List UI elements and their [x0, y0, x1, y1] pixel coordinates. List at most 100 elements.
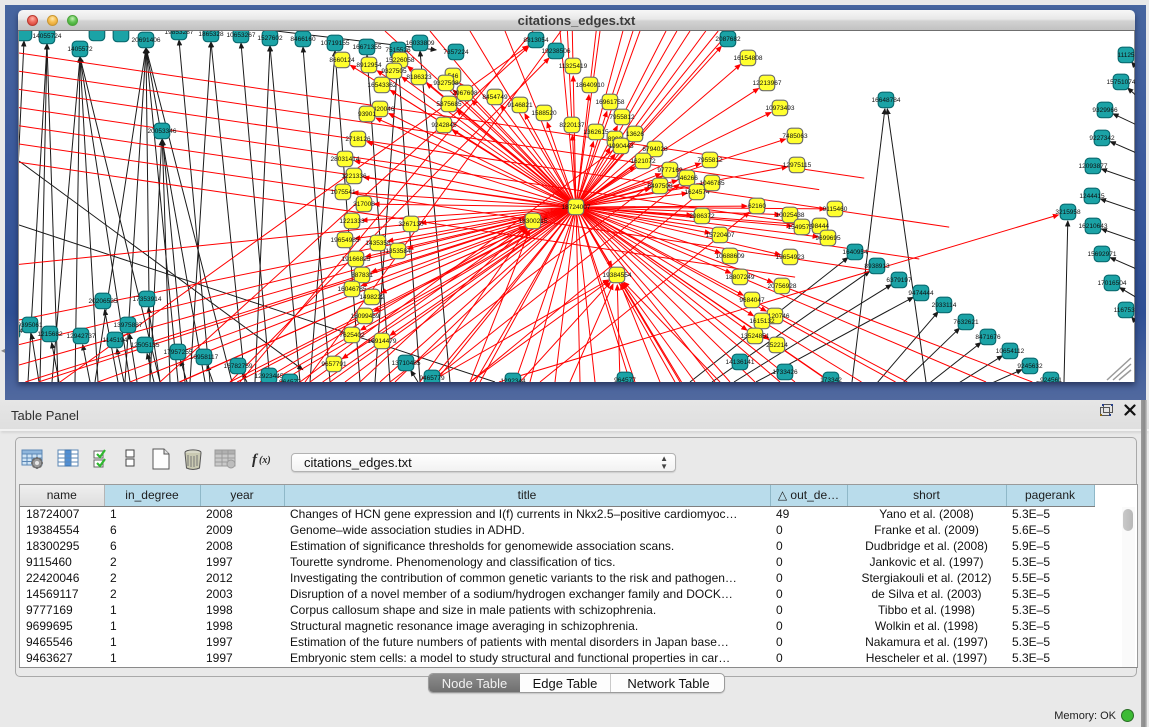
svg-text:13626: 13626 [626, 131, 644, 138]
svg-text:317008: 317008 [353, 201, 375, 208]
svg-text:1215682: 1215682 [37, 331, 63, 338]
svg-text:5875685: 5875685 [436, 101, 462, 108]
svg-text:15720407: 15720407 [706, 232, 735, 239]
svg-text:19384554: 19384554 [603, 272, 632, 279]
svg-text:16961758: 16961758 [596, 99, 625, 106]
svg-text:8660124: 8660124 [329, 57, 355, 64]
svg-text:20691406: 20691406 [132, 37, 161, 44]
svg-text:1733426: 1733426 [772, 369, 798, 376]
svg-text:1167533: 1167533 [1114, 307, 1135, 314]
svg-text:7485063: 7485063 [782, 133, 808, 140]
svg-text:1145194: 1145194 [103, 337, 128, 344]
svg-text:62160: 62160 [748, 203, 766, 210]
svg-text:2967608: 2967608 [452, 90, 478, 97]
svg-text:20756928: 20756928 [768, 283, 797, 290]
svg-text:2933114: 2933114 [932, 302, 957, 309]
svg-text:13524851: 13524851 [741, 333, 770, 340]
svg-text:15692971: 15692971 [1088, 251, 1117, 258]
svg-text:8466160: 8466160 [290, 36, 316, 43]
svg-text:1435358: 1435358 [365, 240, 391, 247]
svg-text:1405572: 1405572 [67, 46, 93, 53]
svg-text:8912954: 8912954 [356, 62, 382, 69]
svg-text:9146821: 9146821 [507, 102, 533, 109]
svg-text:1221333: 1221333 [339, 218, 365, 225]
svg-text:1292344: 1292344 [500, 378, 526, 382]
svg-text:9245632: 9245632 [1017, 363, 1043, 370]
svg-text:f: f [252, 452, 259, 468]
svg-text:6794028: 6794028 [642, 146, 668, 153]
svg-text:14136141: 14136141 [726, 359, 755, 366]
svg-text:1527602: 1527602 [257, 35, 283, 42]
svg-text:19238506: 19238506 [542, 48, 571, 55]
svg-text:1075541: 1075541 [330, 189, 356, 196]
svg-text:1362615: 1362615 [583, 129, 609, 136]
svg-text:1640954: 1640954 [842, 249, 868, 256]
svg-text:8186323: 8186323 [406, 74, 432, 81]
svg-text:16671355: 16671355 [353, 44, 382, 51]
svg-text:391954: 391954 [19, 328, 23, 335]
svg-text:9684047: 9684047 [739, 297, 765, 304]
svg-text:18640910: 18640910 [576, 82, 605, 89]
svg-text:9699695: 9699695 [815, 235, 841, 242]
svg-text:10958117: 10958117 [190, 354, 219, 361]
svg-text:887831: 887831 [351, 272, 373, 279]
svg-text:2986372: 2986372 [689, 213, 715, 220]
svg-text:19853287: 19853287 [165, 31, 194, 36]
svg-text:3267130: 3267130 [398, 221, 424, 228]
svg-text:10653267: 10653267 [227, 32, 256, 39]
svg-text:1353584: 1353584 [385, 248, 411, 255]
svg-text:18807249: 18807249 [726, 274, 755, 281]
svg-text:7357224: 7357224 [443, 49, 469, 56]
svg-text:16648784: 16648784 [872, 97, 901, 104]
svg-text:20053346: 20053346 [148, 128, 177, 135]
svg-text:924561: 924561 [1040, 377, 1062, 382]
svg-text:173342: 173342 [820, 377, 842, 382]
svg-text:13975887: 13975887 [114, 322, 143, 329]
svg-text:14055724: 14055724 [33, 33, 62, 40]
svg-text:17353914: 17353914 [133, 296, 162, 303]
svg-text:1221336: 1221336 [341, 173, 367, 180]
svg-text:12975115: 12975115 [783, 162, 812, 169]
svg-text:10025438: 10025438 [776, 212, 805, 219]
svg-text:7955812: 7955812 [697, 157, 723, 164]
svg-text:9227342: 9227342 [1089, 135, 1115, 142]
svg-text:19654985: 19654985 [331, 237, 360, 244]
svg-text:16154808: 16154808 [734, 55, 763, 62]
svg-text:9474444: 9474444 [908, 290, 934, 297]
svg-text:1621072: 1621072 [630, 158, 656, 165]
svg-text:13710485: 13710485 [392, 360, 421, 367]
svg-text:252214: 252214 [766, 342, 788, 349]
svg-text:11325419: 11325419 [559, 63, 588, 70]
svg-text:18300215: 18300215 [519, 218, 548, 225]
svg-text:8454749: 8454749 [482, 94, 508, 101]
svg-text:9329966: 9329966 [1092, 107, 1118, 114]
svg-text:28031414: 28031414 [331, 156, 360, 163]
svg-text:2718126: 2718126 [345, 136, 371, 143]
svg-text:7955812: 7955812 [609, 114, 635, 121]
svg-text:16782759: 16782759 [224, 363, 253, 370]
svg-text:1615132: 1615132 [749, 318, 775, 325]
svg-text:7632621: 7632621 [953, 319, 979, 326]
svg-text:16046785: 16046785 [338, 286, 367, 293]
svg-text:12213967: 12213967 [753, 80, 782, 87]
svg-text:964577: 964577 [279, 379, 301, 382]
svg-text:(x): (x) [259, 455, 271, 466]
svg-text:12942737: 12942737 [67, 333, 96, 340]
svg-text:1244415: 1244415 [1079, 193, 1105, 200]
svg-text:2087682: 2087682 [715, 36, 741, 43]
svg-text:6379197: 6379197 [886, 277, 912, 284]
svg-text:964577: 964577 [614, 377, 636, 382]
svg-text:9242845: 9242845 [431, 122, 457, 129]
svg-text:8938913: 8938913 [864, 263, 890, 270]
svg-text:16099459: 16099459 [351, 313, 380, 320]
svg-text:17016504: 17016504 [1098, 280, 1127, 287]
svg-text:6497508: 6497508 [647, 183, 673, 190]
svg-text:1498222: 1498222 [359, 294, 385, 301]
svg-text:12093877: 12093877 [1079, 163, 1108, 170]
svg-text:16210643: 16210643 [1079, 223, 1108, 230]
svg-text:9327508: 9327508 [433, 80, 459, 87]
svg-text:8220137: 8220137 [559, 122, 585, 129]
svg-text:7625402: 7625402 [339, 332, 365, 339]
svg-text:93901: 93901 [358, 111, 376, 118]
svg-text:9465779: 9465779 [419, 375, 445, 382]
